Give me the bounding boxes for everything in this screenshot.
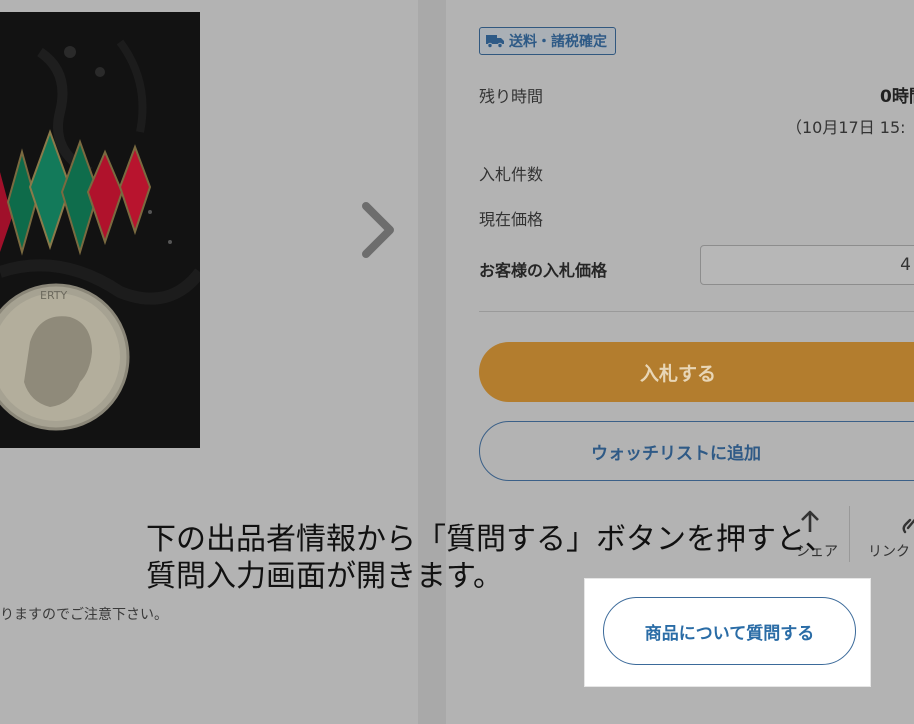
your-bid-label: お客様の入札価格 <box>479 261 608 280</box>
panel-divider <box>418 0 446 724</box>
remaining-time-value: 0時間 <box>880 87 914 107</box>
product-image[interactable]: ERTY <box>0 12 200 448</box>
ask-question-button[interactable]: 商品について質問する <box>603 597 856 665</box>
truck-icon <box>486 35 504 48</box>
bid-count-label: 入札件数 <box>479 165 544 184</box>
product-gallery: ERTY りますのでご注意下さい。 <box>0 0 418 724</box>
shipping-badge: 送料・諸税確定 <box>479 27 616 55</box>
watchlist-button[interactable]: ウォッチリストに追加 <box>479 421 914 481</box>
bid-amount-input[interactable]: 4 <box>700 245 914 285</box>
svg-text:ERTY: ERTY <box>40 289 68 302</box>
section-divider <box>479 311 914 312</box>
chevron-right-icon[interactable] <box>356 200 396 260</box>
link-label[interactable]: リンク <box>868 541 910 561</box>
notice-text: りますのでご注意下さい。 <box>0 607 168 623</box>
remaining-time-label: 残り時間 <box>479 87 544 106</box>
remaining-time-end: （10月17日 15: <box>786 118 906 137</box>
current-price-label: 現在価格 <box>479 210 544 229</box>
link-icon[interactable] <box>902 506 914 536</box>
instruction-caption-line1: 下の出品者情報から「質問する」ボタンを押すと、 <box>146 522 835 557</box>
bid-button[interactable]: 入札する <box>479 342 914 402</box>
action-separator <box>849 506 850 562</box>
shipping-badge-label: 送料・諸税確定 <box>509 34 607 50</box>
